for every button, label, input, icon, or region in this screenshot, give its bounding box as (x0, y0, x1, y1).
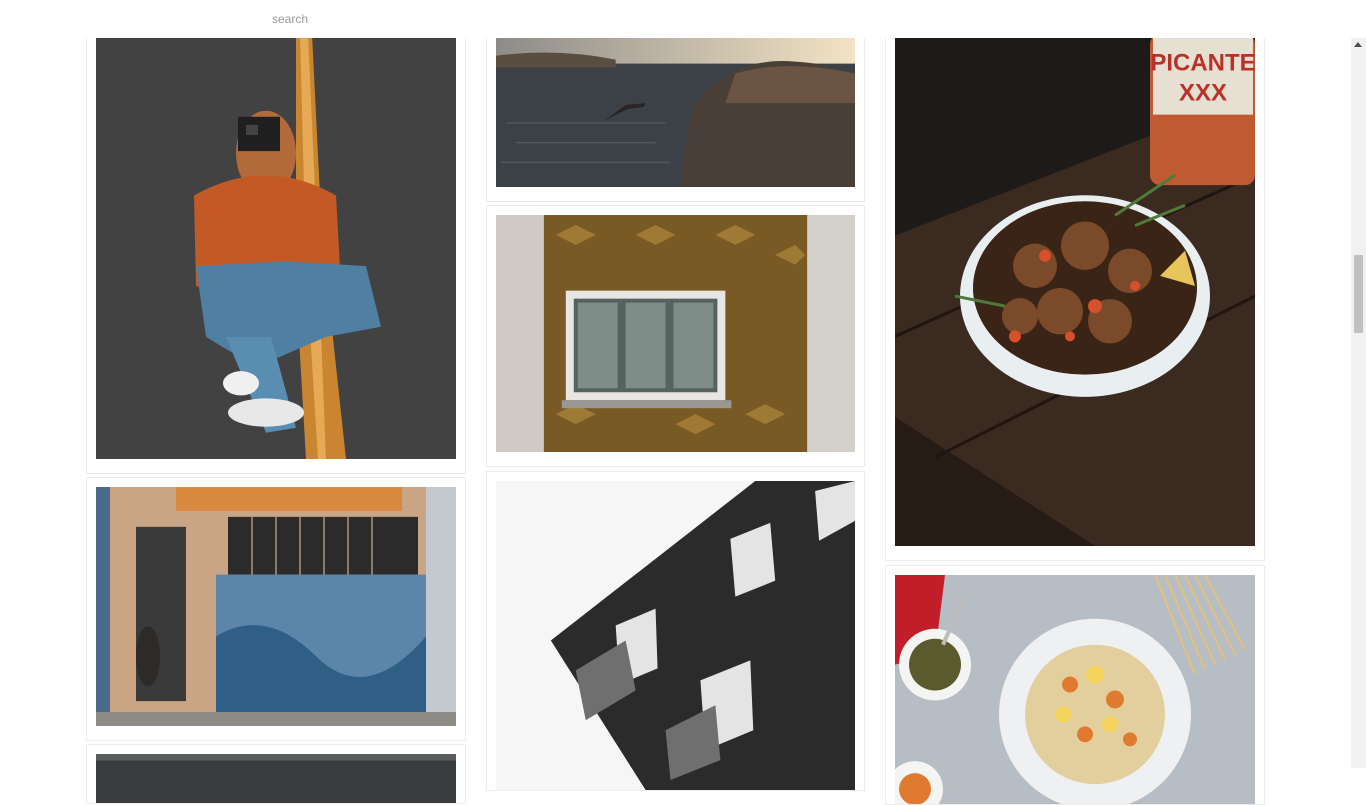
top-bar (0, 0, 1366, 38)
vertical-scrollbar[interactable] (1351, 38, 1366, 768)
photo-dark-interior (96, 754, 456, 803)
search-input[interactable] (272, 10, 572, 28)
gallery-card[interactable]: PICANTE XXX (885, 24, 1265, 561)
gallery-card[interactable] (486, 205, 865, 467)
scrollbar-thumb[interactable] (1354, 255, 1363, 333)
gallery-card[interactable] (486, 471, 865, 791)
photo-woman-with-camera (96, 34, 456, 459)
photo-meatballs-bowl: PICANTE XXX (895, 34, 1255, 546)
gallery-card[interactable] (86, 477, 466, 741)
gallery-card[interactable] (86, 744, 466, 804)
gallery-card[interactable] (86, 24, 466, 474)
scroll-up-arrow-icon[interactable] (1354, 42, 1362, 47)
photo-building-balconies (496, 481, 855, 790)
gallery-card[interactable] (486, 24, 865, 202)
picante-label-line1: PICANTE (1150, 49, 1255, 76)
photo-window-facade (496, 215, 855, 452)
picante-label-line2: XXX (1179, 79, 1227, 106)
photo-diver-sunset (496, 34, 855, 187)
photo-pasta-plate (895, 575, 1255, 804)
photo-graffiti-storefront (96, 487, 456, 726)
gallery-card[interactable] (885, 565, 1265, 805)
